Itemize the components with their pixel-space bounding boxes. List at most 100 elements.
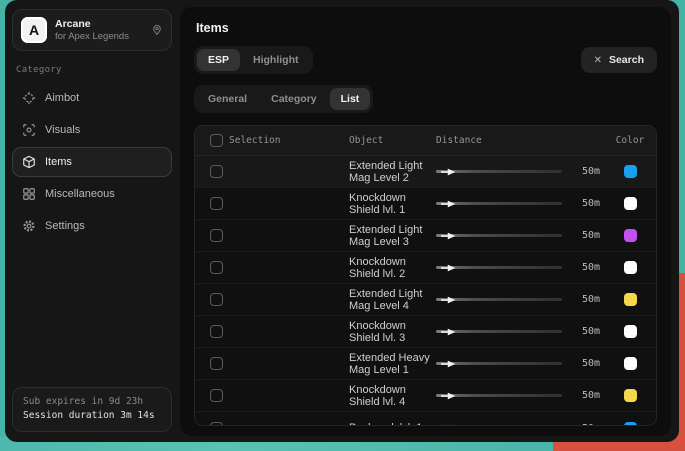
table-row: Extended Light Mag Level 4 50m [195, 284, 656, 316]
tab-general[interactable]: General [197, 88, 258, 110]
color-swatch[interactable] [624, 261, 637, 274]
distance-slider[interactable] [436, 294, 562, 306]
select-all-checkbox[interactable] [210, 134, 223, 147]
slider-handle-arrow-icon[interactable] [441, 168, 456, 176]
distance-cell: 50m [436, 326, 604, 338]
slider-handle-arrow-icon[interactable] [441, 392, 456, 400]
object-name: Knockdown Shield lvl. 3 [349, 320, 436, 344]
table-row: Backpack lvl. 1 50m [195, 412, 656, 426]
table-header-row: Selection Object Distance Color [195, 126, 656, 156]
distance-cell: 50m [436, 422, 604, 426]
row-checkbox[interactable] [210, 261, 223, 274]
scan-icon [22, 123, 36, 137]
close-icon: ✕ [594, 55, 602, 66]
search-button-label: Search [609, 54, 644, 66]
mode-tabs: ESP Highlight [194, 46, 313, 74]
sidebar-item-miscellaneous[interactable]: Miscellaneous [12, 179, 172, 209]
distance-slider[interactable] [436, 390, 562, 402]
object-name: Backpack lvl. 1 [349, 422, 436, 426]
sidebar-item-visuals[interactable]: Visuals [12, 115, 172, 145]
row-checkbox[interactable] [210, 357, 223, 370]
session-info-box: Sub expires in 9d 23h Session duration 3… [12, 387, 172, 432]
row-checkbox[interactable] [210, 325, 223, 338]
distance-slider[interactable] [436, 422, 562, 426]
sidebar-header: A Arcane for Apex Legends [12, 9, 172, 51]
slider-handle-arrow-icon[interactable] [441, 360, 456, 368]
distance-value: 50m [572, 390, 600, 401]
sidebar-item-aimbot[interactable]: Aimbot [12, 83, 172, 113]
sidebar-item-items[interactable]: Items [12, 147, 172, 177]
app-subtitle: for Apex Legends [55, 31, 143, 43]
table-row: Knockdown Shield lvl. 1 50m [195, 188, 656, 220]
distance-value: 50m [572, 262, 600, 273]
tab-esp[interactable]: ESP [197, 49, 240, 71]
slider-handle-arrow-icon[interactable] [441, 296, 456, 304]
tab-category[interactable]: Category [260, 88, 328, 110]
distance-cell: 50m [436, 294, 604, 306]
session-duration-text: Session duration 3m 14s [23, 409, 161, 424]
distance-value: 50m [572, 230, 600, 241]
slider-handle-arrow-icon[interactable] [441, 200, 456, 208]
arcane-window: A Arcane for Apex Legends Category [5, 0, 679, 442]
main-panel: Items ESP Highlight ✕ Search General Cat… [180, 7, 671, 436]
slider-handle-arrow-icon[interactable] [441, 328, 456, 336]
color-swatch[interactable] [624, 293, 637, 306]
color-swatch[interactable] [624, 422, 637, 427]
sidebar-item-label: Settings [45, 220, 85, 232]
search-button[interactable]: ✕ Search [581, 47, 657, 73]
color-swatch[interactable] [624, 197, 637, 210]
slider-handle-arrow-icon[interactable] [441, 424, 456, 426]
tab-list[interactable]: List [330, 88, 371, 110]
color-swatch[interactable] [624, 325, 637, 338]
table-row: Extended Heavy Mag Level 1 50m [195, 348, 656, 380]
tab-highlight[interactable]: Highlight [242, 49, 310, 71]
table-row: Knockdown Shield lvl. 4 50m [195, 380, 656, 412]
column-header-object: Object [349, 135, 436, 146]
distance-slider[interactable] [436, 326, 562, 338]
row-checkbox[interactable] [210, 197, 223, 210]
sidebar-item-settings[interactable]: Settings [12, 211, 172, 241]
object-name: Extended Light Mag Level 4 [349, 288, 436, 312]
sub-expiry-text: Sub expires in 9d 23h [23, 395, 161, 410]
crosshair-icon [22, 91, 36, 105]
distance-value: 50m [572, 326, 600, 337]
object-name: Knockdown Shield lvl. 4 [349, 384, 436, 408]
object-name: Knockdown Shield lvl. 1 [349, 192, 436, 216]
grid-icon [22, 187, 36, 201]
distance-value: 50m [572, 423, 600, 427]
desktop-background: A Arcane for Apex Legends Category [0, 0, 685, 451]
row-checkbox[interactable] [210, 293, 223, 306]
color-swatch[interactable] [624, 229, 637, 242]
pin-icon[interactable] [151, 24, 163, 36]
distance-slider[interactable] [436, 230, 562, 242]
table-row: Knockdown Shield lvl. 2 50m [195, 252, 656, 284]
distance-slider[interactable] [436, 166, 562, 178]
view-tabs: General Category List [194, 85, 373, 113]
distance-cell: 50m [436, 166, 604, 178]
row-checkbox[interactable] [210, 422, 223, 427]
row-checkbox[interactable] [210, 389, 223, 402]
row-checkbox[interactable] [210, 165, 223, 178]
distance-slider[interactable] [436, 262, 562, 274]
distance-value: 50m [572, 198, 600, 209]
distance-slider[interactable] [436, 358, 562, 370]
distance-value: 50m [572, 358, 600, 369]
table-row: Extended Light Mag Level 3 50m [195, 220, 656, 252]
sidebar: A Arcane for Apex Legends Category [5, 0, 179, 442]
distance-value: 50m [572, 166, 600, 177]
slider-handle-arrow-icon[interactable] [441, 232, 456, 240]
slider-handle-arrow-icon[interactable] [441, 264, 456, 272]
object-name: Extended Heavy Mag Level 1 [349, 352, 436, 376]
sidebar-item-label: Miscellaneous [45, 188, 115, 200]
distance-cell: 50m [436, 198, 604, 210]
distance-cell: 50m [436, 230, 604, 242]
distance-slider[interactable] [436, 198, 562, 210]
table-row: Extended Light Mag Level 2 50m [195, 156, 656, 188]
color-swatch[interactable] [624, 389, 637, 402]
page-title: Items [196, 21, 657, 35]
color-swatch[interactable] [624, 165, 637, 178]
color-swatch[interactable] [624, 357, 637, 370]
object-name: Extended Light Mag Level 2 [349, 160, 436, 184]
column-header-distance: Distance [436, 135, 604, 146]
row-checkbox[interactable] [210, 229, 223, 242]
